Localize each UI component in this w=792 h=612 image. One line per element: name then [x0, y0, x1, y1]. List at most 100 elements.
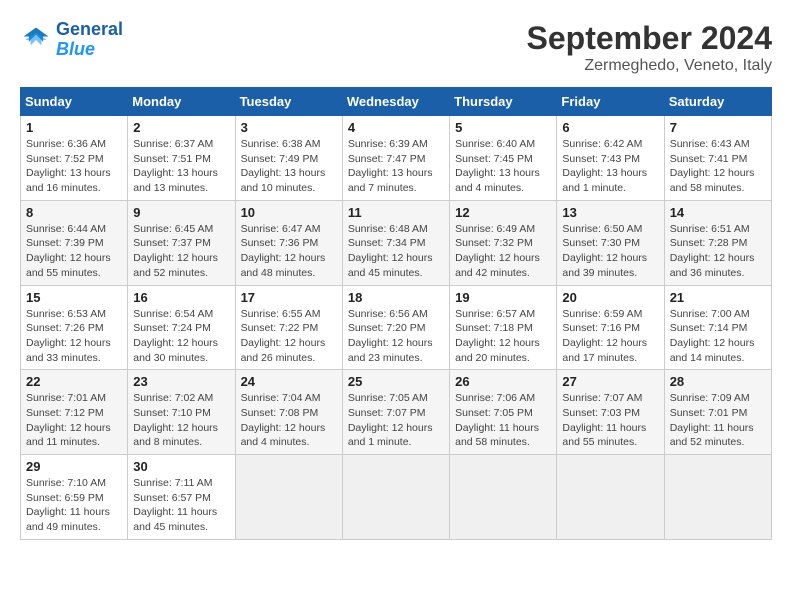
day-number: 10 — [241, 205, 337, 220]
location: Zermeghedo, Veneto, Italy — [527, 57, 772, 75]
logo-icon — [20, 24, 52, 56]
day-number: 26 — [455, 374, 551, 389]
calendar-week-row: 15 Sunrise: 6:53 AM Sunset: 7:26 PM Dayli… — [21, 285, 772, 370]
day-info: Sunrise: 6:49 AM Sunset: 7:32 PM Dayligh… — [455, 222, 551, 281]
day-number: 24 — [241, 374, 337, 389]
day-number: 21 — [670, 290, 766, 305]
calendar-cell: 9Sunrise: 6:45 AM Sunset: 7:37 PM Daylig… — [128, 200, 235, 285]
day-info: Sunrise: 7:11 AM Sunset: 6:57 PM Dayligh… — [133, 476, 229, 535]
weekday-header-wednesday: Wednesday — [342, 88, 449, 116]
day-info: Sunrise: 7:02 AM Sunset: 7:10 PM Dayligh… — [133, 391, 229, 450]
day-info: Sunrise: 7:07 AM Sunset: 7:03 PM Dayligh… — [562, 391, 658, 450]
day-number: 25 — [348, 374, 444, 389]
day-info: Sunrise: 6:43 AM Sunset: 7:41 PM Dayligh… — [670, 137, 766, 196]
day-info: Sunrise: 6:47 AM Sunset: 7:36 PM Dayligh… — [241, 222, 337, 281]
day-number: 19 — [455, 290, 551, 305]
calendar-cell: 26 Sunrise: 7:06 AM Sunset: 7:05 PM Dayli… — [450, 370, 557, 455]
calendar-cell: 29Sunrise: 7:10 AM Sunset: 6:59 PM Dayli… — [21, 455, 128, 540]
day-info: Sunrise: 6:56 AM Sunset: 7:20 PM Dayligh… — [348, 307, 444, 366]
weekday-header-row: SundayMondayTuesdayWednesdayThursdayFrid… — [21, 88, 772, 116]
calendar-week-row: 29Sunrise: 7:10 AM Sunset: 6:59 PM Dayli… — [21, 455, 772, 540]
weekday-header-monday: Monday — [128, 88, 235, 116]
calendar-cell — [664, 455, 771, 540]
day-number: 17 — [241, 290, 337, 305]
calendar-cell: 1Sunrise: 6:36 AM Sunset: 7:52 PM Daylig… — [21, 116, 128, 201]
day-info: Sunrise: 6:55 AM Sunset: 7:22 PM Dayligh… — [241, 307, 337, 366]
day-number: 30 — [133, 459, 229, 474]
day-number: 6 — [562, 120, 658, 135]
day-info: Sunrise: 6:38 AM Sunset: 7:49 PM Dayligh… — [241, 137, 337, 196]
day-info: Sunrise: 7:00 AM Sunset: 7:14 PM Dayligh… — [670, 307, 766, 366]
calendar-cell: 24 Sunrise: 7:04 AM Sunset: 7:08 PM Dayli… — [235, 370, 342, 455]
calendar-cell: 2Sunrise: 6:37 AM Sunset: 7:51 PM Daylig… — [128, 116, 235, 201]
calendar-cell: 14 Sunrise: 6:51 AM Sunset: 7:28 PM Dayli… — [664, 200, 771, 285]
day-info: Sunrise: 7:06 AM Sunset: 7:05 PM Dayligh… — [455, 391, 551, 450]
day-number: 7 — [670, 120, 766, 135]
weekday-header-saturday: Saturday — [664, 88, 771, 116]
weekday-header-friday: Friday — [557, 88, 664, 116]
day-number: 28 — [670, 374, 766, 389]
calendar-cell: 30 Sunrise: 7:11 AM Sunset: 6:57 PM Dayli… — [128, 455, 235, 540]
calendar-cell: 17 Sunrise: 6:55 AM Sunset: 7:22 PM Dayli… — [235, 285, 342, 370]
calendar-cell: 3 Sunrise: 6:38 AM Sunset: 7:49 PM Daylig… — [235, 116, 342, 201]
day-number: 14 — [670, 205, 766, 220]
day-number: 11 — [348, 205, 444, 220]
weekday-header-sunday: Sunday — [21, 88, 128, 116]
calendar-cell: 25 Sunrise: 7:05 AM Sunset: 7:07 PM Dayli… — [342, 370, 449, 455]
logo-line2: Blue — [56, 39, 95, 59]
day-number: 22 — [26, 374, 122, 389]
day-info: Sunrise: 6:42 AM Sunset: 7:43 PM Dayligh… — [562, 137, 658, 196]
day-info: Sunrise: 6:40 AM Sunset: 7:45 PM Dayligh… — [455, 137, 551, 196]
calendar-cell: 6 Sunrise: 6:42 AM Sunset: 7:43 PM Daylig… — [557, 116, 664, 201]
day-info: Sunrise: 6:59 AM Sunset: 7:16 PM Dayligh… — [562, 307, 658, 366]
day-info: Sunrise: 7:01 AM Sunset: 7:12 PM Dayligh… — [26, 391, 122, 450]
calendar-cell: 27 Sunrise: 7:07 AM Sunset: 7:03 PM Dayli… — [557, 370, 664, 455]
day-info: Sunrise: 6:48 AM Sunset: 7:34 PM Dayligh… — [348, 222, 444, 281]
calendar-cell: 13 Sunrise: 6:50 AM Sunset: 7:30 PM Dayli… — [557, 200, 664, 285]
calendar-week-row: 22 Sunrise: 7:01 AM Sunset: 7:12 PM Dayli… — [21, 370, 772, 455]
calendar-cell: 5Sunrise: 6:40 AM Sunset: 7:45 PM Daylig… — [450, 116, 557, 201]
calendar-cell: 16 Sunrise: 6:54 AM Sunset: 7:24 PM Dayli… — [128, 285, 235, 370]
day-number: 1 — [26, 120, 122, 135]
calendar-cell: 12 Sunrise: 6:49 AM Sunset: 7:32 PM Dayli… — [450, 200, 557, 285]
day-info: Sunrise: 6:54 AM Sunset: 7:24 PM Dayligh… — [133, 307, 229, 366]
calendar-cell: 19 Sunrise: 6:57 AM Sunset: 7:18 PM Dayli… — [450, 285, 557, 370]
logo-text: General Blue — [56, 20, 123, 60]
calendar-cell — [342, 455, 449, 540]
day-number: 13 — [562, 205, 658, 220]
calendar-cell: 23Sunrise: 7:02 AM Sunset: 7:10 PM Dayli… — [128, 370, 235, 455]
day-info: Sunrise: 7:04 AM Sunset: 7:08 PM Dayligh… — [241, 391, 337, 450]
day-info: Sunrise: 6:57 AM Sunset: 7:18 PM Dayligh… — [455, 307, 551, 366]
day-info: Sunrise: 6:50 AM Sunset: 7:30 PM Dayligh… — [562, 222, 658, 281]
day-info: Sunrise: 6:51 AM Sunset: 7:28 PM Dayligh… — [670, 222, 766, 281]
day-info: Sunrise: 7:05 AM Sunset: 7:07 PM Dayligh… — [348, 391, 444, 450]
day-number: 2 — [133, 120, 229, 135]
calendar-cell: 28 Sunrise: 7:09 AM Sunset: 7:01 PM Dayli… — [664, 370, 771, 455]
calendar-week-row: 1Sunrise: 6:36 AM Sunset: 7:52 PM Daylig… — [21, 116, 772, 201]
day-number: 15 — [26, 290, 122, 305]
calendar-cell: 4 Sunrise: 6:39 AM Sunset: 7:47 PM Daylig… — [342, 116, 449, 201]
weekday-header-thursday: Thursday — [450, 88, 557, 116]
calendar-cell: 22 Sunrise: 7:01 AM Sunset: 7:12 PM Dayli… — [21, 370, 128, 455]
day-info: Sunrise: 6:44 AM Sunset: 7:39 PM Dayligh… — [26, 222, 122, 281]
logo: General Blue — [20, 20, 123, 60]
day-info: Sunrise: 7:09 AM Sunset: 7:01 PM Dayligh… — [670, 391, 766, 450]
page-header: General Blue September 2024 Zermeghedo, … — [20, 20, 772, 75]
day-number: 3 — [241, 120, 337, 135]
day-number: 12 — [455, 205, 551, 220]
day-number: 4 — [348, 120, 444, 135]
day-number: 20 — [562, 290, 658, 305]
day-info: Sunrise: 6:53 AM Sunset: 7:26 PM Dayligh… — [26, 307, 122, 366]
day-info: Sunrise: 6:39 AM Sunset: 7:47 PM Dayligh… — [348, 137, 444, 196]
day-number: 8 — [26, 205, 122, 220]
calendar-cell: 21 Sunrise: 7:00 AM Sunset: 7:14 PM Dayli… — [664, 285, 771, 370]
calendar-cell — [450, 455, 557, 540]
month-title: September 2024 — [527, 20, 772, 57]
calendar-week-row: 8 Sunrise: 6:44 AM Sunset: 7:39 PM Daylig… — [21, 200, 772, 285]
day-number: 27 — [562, 374, 658, 389]
calendar-cell: 8 Sunrise: 6:44 AM Sunset: 7:39 PM Daylig… — [21, 200, 128, 285]
day-number: 16 — [133, 290, 229, 305]
calendar-cell: 15 Sunrise: 6:53 AM Sunset: 7:26 PM Dayli… — [21, 285, 128, 370]
day-info: Sunrise: 7:10 AM Sunset: 6:59 PM Dayligh… — [26, 476, 122, 535]
calendar-table: SundayMondayTuesdayWednesdayThursdayFrid… — [20, 87, 772, 540]
